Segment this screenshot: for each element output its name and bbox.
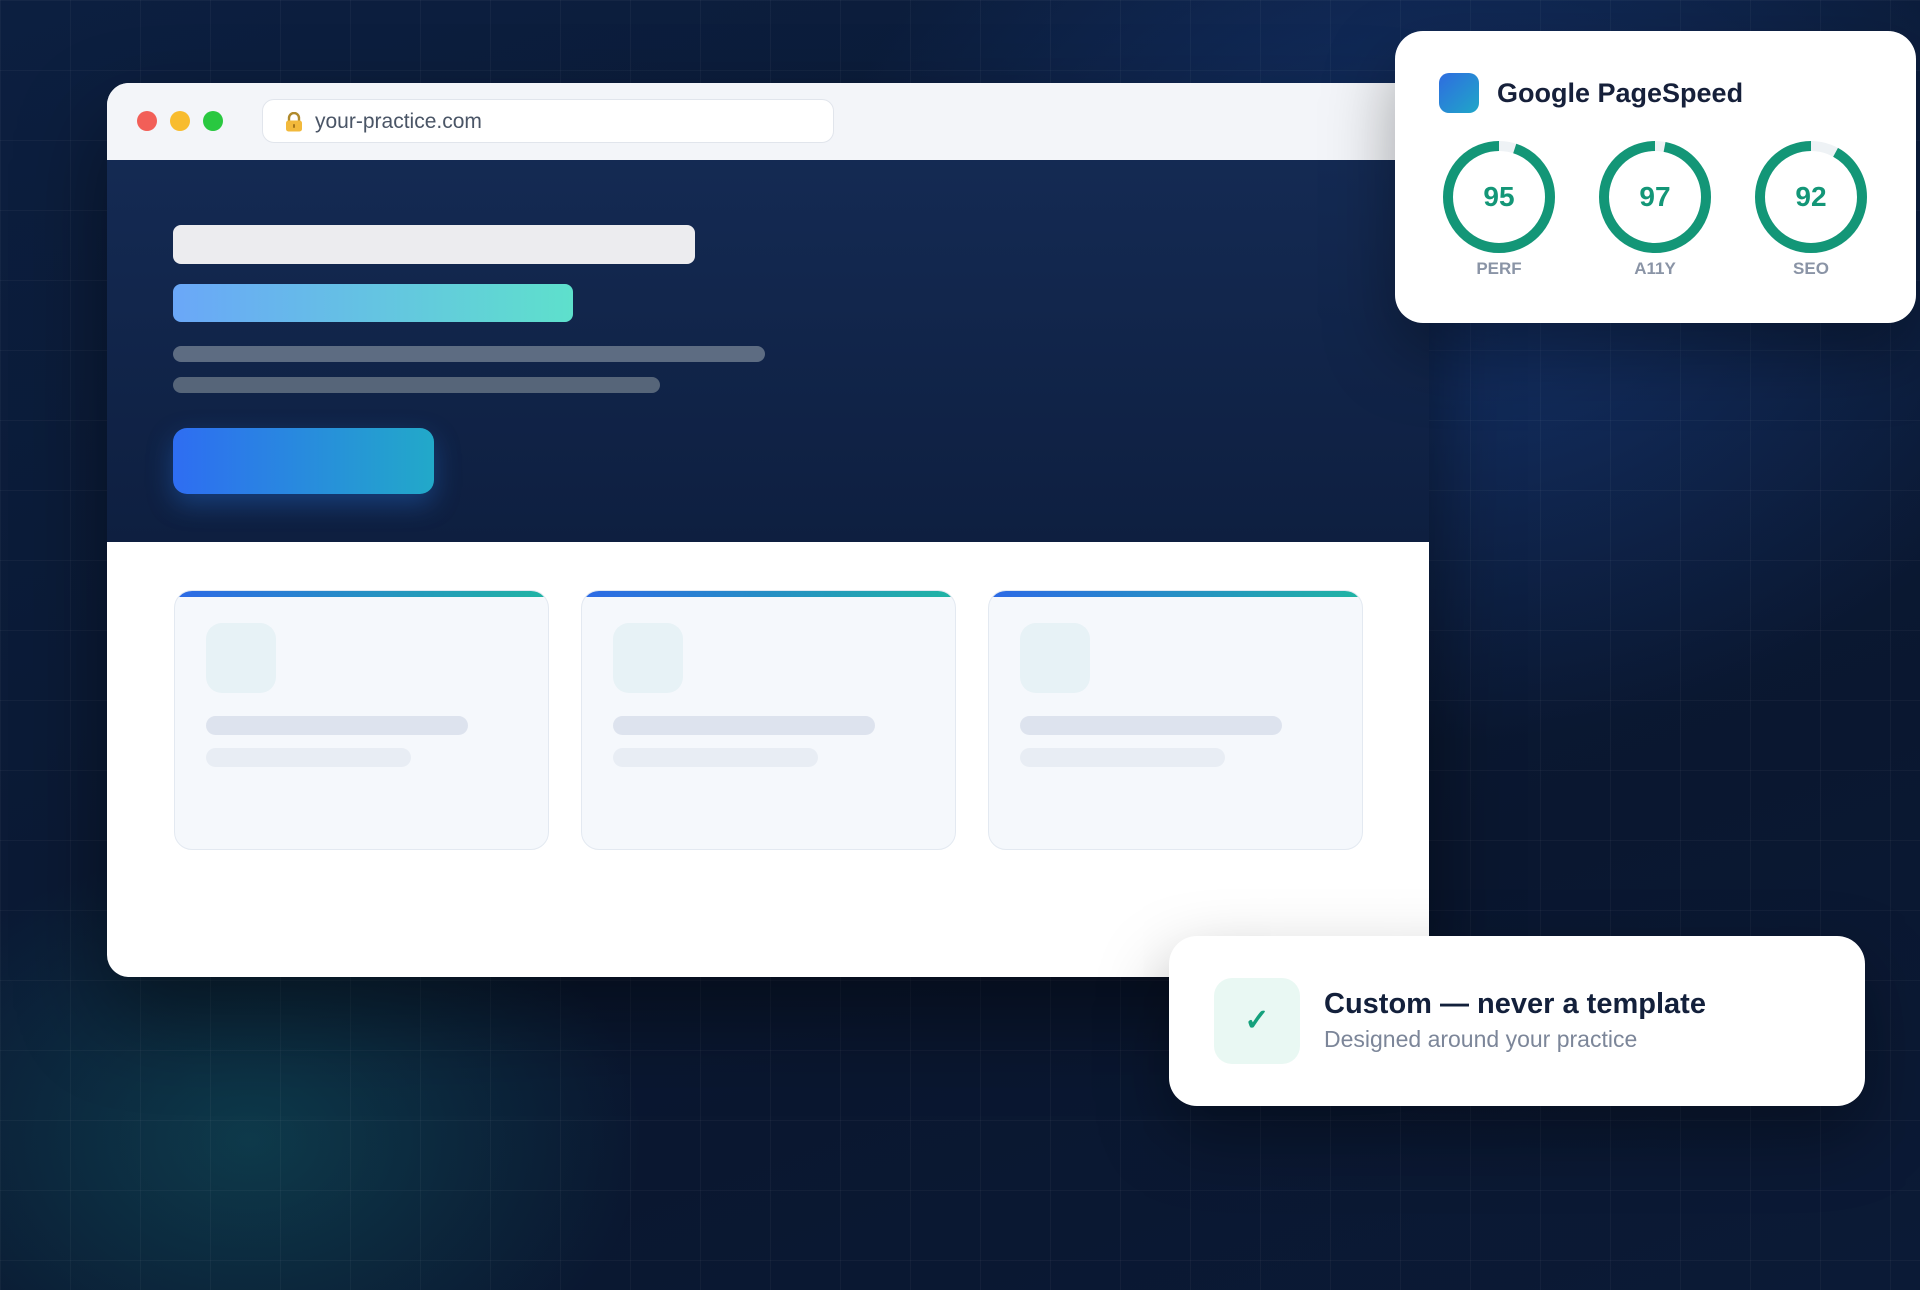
hero-text-line-placeholder xyxy=(173,346,765,362)
hero-cta-button-placeholder[interactable] xyxy=(173,428,434,494)
card-text-line-placeholder xyxy=(1020,716,1282,735)
score-value: 97 xyxy=(1639,181,1671,212)
score-gauge-a11y: 97 xyxy=(1595,137,1715,257)
pagespeed-card: Google PageSpeed 95 PERF 97 A11Y 92 SEO xyxy=(1395,31,1916,323)
feature-card-placeholder xyxy=(174,590,549,850)
badge-subtitle: Designed around your practice xyxy=(1324,1026,1638,1052)
hero-text-line-placeholder xyxy=(173,377,660,393)
card-icon-placeholder xyxy=(206,623,276,693)
score-gauge-seo: 92 xyxy=(1751,137,1871,257)
score-label: SEO xyxy=(1793,259,1829,278)
hero-accent-placeholder xyxy=(173,284,573,322)
card-accent-bar xyxy=(582,591,955,597)
score-label: A11Y xyxy=(1634,259,1676,278)
close-window-dot[interactable] xyxy=(137,111,157,131)
pagespeed-logo-icon xyxy=(1439,73,1479,113)
card-icon-placeholder xyxy=(613,623,683,693)
score-value: 92 xyxy=(1795,181,1827,212)
address-bar[interactable]: your-practice.com xyxy=(262,99,834,143)
hero-title-placeholder xyxy=(173,225,695,264)
maximize-window-dot[interactable] xyxy=(203,111,223,131)
lock-icon xyxy=(286,112,302,132)
card-icon-placeholder xyxy=(1020,623,1090,693)
card-text-line-placeholder xyxy=(206,748,411,767)
url-text: your-practice.com xyxy=(315,110,482,133)
check-icon: ✓ xyxy=(1214,978,1300,1064)
card-text-line-placeholder xyxy=(613,748,818,767)
score-label: PERF xyxy=(1476,259,1522,278)
browser-toolbar: your-practice.com xyxy=(107,83,1429,161)
feature-card-placeholder xyxy=(988,590,1363,850)
card-accent-bar xyxy=(175,591,548,597)
browser-window: your-practice.com xyxy=(107,83,1429,977)
minimize-window-dot[interactable] xyxy=(170,111,190,131)
card-accent-bar xyxy=(989,591,1362,597)
score-value: 95 xyxy=(1483,181,1515,212)
card-text-line-placeholder xyxy=(1020,748,1225,767)
card-text-line-placeholder xyxy=(613,716,875,735)
badge-title: Custom — never a template xyxy=(1324,988,1706,1020)
custom-design-badge: ✓ Custom — never a template Designed aro… xyxy=(1169,936,1865,1106)
feature-card-placeholder xyxy=(581,590,956,850)
score-gauge-perf: 95 xyxy=(1439,137,1559,257)
pagespeed-title: Google PageSpeed xyxy=(1497,78,1744,108)
card-text-line-placeholder xyxy=(206,716,468,735)
